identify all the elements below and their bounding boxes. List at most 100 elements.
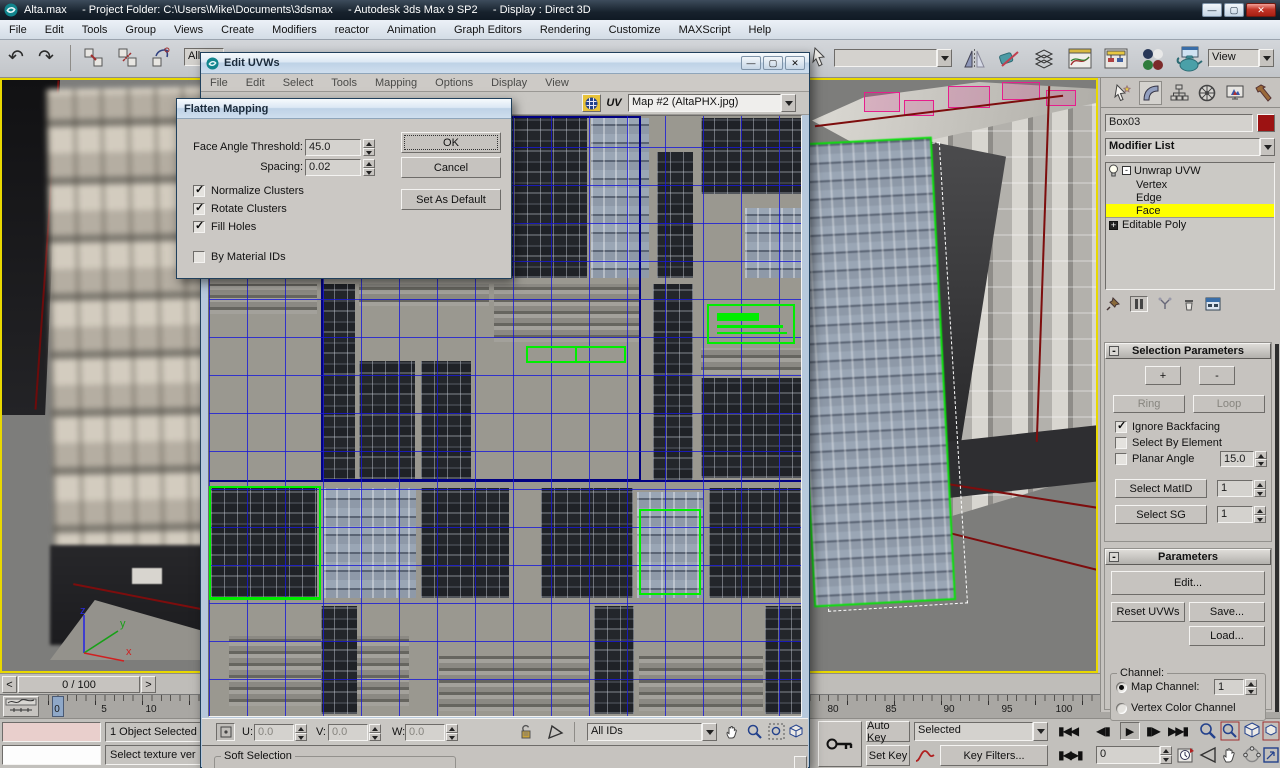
frame-spinner[interactable] bbox=[1160, 746, 1172, 764]
unlink-selection-icon[interactable] bbox=[116, 46, 140, 70]
uvw-menu-options[interactable]: Options bbox=[426, 75, 482, 91]
vertex-color-radio-row[interactable]: Vertex Color Channel bbox=[1116, 702, 1236, 714]
zoom-icon[interactable] bbox=[746, 723, 764, 741]
map-channel-field[interactable]: 1 bbox=[1214, 679, 1244, 695]
select-matid-button[interactable]: Select MatID bbox=[1115, 479, 1207, 498]
render-setup-icon[interactable] bbox=[1174, 44, 1204, 74]
normalize-clusters-checkbox[interactable]: Normalize Clusters bbox=[193, 185, 304, 197]
align-icon[interactable] bbox=[996, 46, 1022, 72]
selection-parameters-header[interactable]: - Selection Parameters bbox=[1105, 343, 1271, 359]
edit-uvws-button[interactable]: Edit... bbox=[1111, 571, 1265, 595]
menu-modifiers[interactable]: Modifiers bbox=[263, 22, 326, 38]
menu-animation[interactable]: Animation bbox=[378, 22, 445, 38]
uvw-menu-edit[interactable]: Edit bbox=[237, 75, 274, 91]
rollout-collapse-icon[interactable]: - bbox=[1109, 552, 1119, 562]
planar-angle-checkbox[interactable]: Planar Angle bbox=[1115, 453, 1194, 465]
uvw-close-button[interactable]: ✕ bbox=[785, 56, 805, 70]
maximize-viewport-toggle-icon[interactable] bbox=[1262, 745, 1280, 765]
shrink-selection-button[interactable]: - bbox=[1199, 366, 1235, 385]
map-selector-dropdown[interactable]: Map #2 (AltaPHX.jpg) bbox=[628, 94, 796, 112]
menu-views[interactable]: Views bbox=[165, 22, 212, 38]
zoom-extents-all-icon[interactable] bbox=[1262, 721, 1280, 741]
grow-selection-button[interactable]: + bbox=[1145, 366, 1181, 385]
map-channel-radio-row[interactable]: Map Channel: bbox=[1116, 681, 1200, 693]
tab-motion-icon[interactable] bbox=[1195, 81, 1218, 105]
remove-modifier-icon[interactable] bbox=[1182, 296, 1196, 312]
pin-stack-icon[interactable] bbox=[1105, 296, 1121, 312]
go-to-end-icon[interactable]: ▶▶▮ bbox=[1168, 724, 1187, 738]
current-frame-field[interactable]: 0 bbox=[1096, 746, 1160, 764]
menu-graph-editors[interactable]: Graph Editors bbox=[445, 22, 531, 38]
save-uvws-button[interactable]: Save... bbox=[1189, 602, 1265, 622]
radio-icon[interactable] bbox=[1116, 703, 1127, 714]
menu-file[interactable]: File bbox=[0, 22, 36, 38]
uvw-menu-file[interactable]: File bbox=[201, 75, 237, 91]
redo-icon[interactable]: ↷ bbox=[38, 46, 54, 69]
maxscript-mini-listener-white[interactable] bbox=[2, 745, 101, 765]
selected-uv-cluster[interactable] bbox=[639, 509, 701, 595]
tab-utilities-icon[interactable] bbox=[1251, 81, 1274, 105]
lightbulb-icon[interactable] bbox=[1108, 164, 1119, 177]
rollout-collapse-icon[interactable]: - bbox=[1109, 346, 1119, 356]
checkbox-icon[interactable] bbox=[193, 185, 205, 197]
set-as-default-button[interactable]: Set As Default bbox=[401, 189, 501, 210]
menu-customize[interactable]: Customize bbox=[600, 22, 670, 38]
close-button[interactable]: ✕ bbox=[1246, 3, 1276, 17]
menu-maxscript[interactable]: MAXScript bbox=[670, 22, 740, 38]
maxscript-mini-listener-pink[interactable] bbox=[2, 722, 101, 742]
mirror-icon[interactable] bbox=[962, 46, 988, 72]
tab-display-icon[interactable] bbox=[1223, 81, 1246, 105]
uvw-menu-select[interactable]: Select bbox=[274, 75, 323, 91]
lock-selection-icon[interactable] bbox=[518, 723, 534, 741]
checkbox-icon[interactable] bbox=[1115, 453, 1127, 465]
by-material-ids-checkbox[interactable]: By Material IDs bbox=[193, 251, 286, 263]
spacing-spinner[interactable] bbox=[363, 159, 375, 176]
key-mode-toggle-icon[interactable]: ▮◀▶▮ bbox=[1058, 748, 1082, 762]
uvw-titlebar[interactable]: Edit UVWs — ▢ ✕ bbox=[201, 53, 809, 74]
menu-create[interactable]: Create bbox=[212, 22, 263, 38]
bind-to-space-warp-icon[interactable] bbox=[150, 46, 174, 70]
collapse-box-icon[interactable]: - bbox=[1122, 166, 1131, 175]
schematic-view-icon[interactable] bbox=[1102, 45, 1130, 73]
material-id-filter-dropdown[interactable]: All IDs bbox=[587, 723, 717, 741]
face-angle-field[interactable]: 45.0 bbox=[305, 139, 361, 156]
key-filter-set-dropdown[interactable]: Selected bbox=[914, 722, 1048, 741]
uvw-menu-view[interactable]: View bbox=[536, 75, 578, 91]
dropdown-arrow-icon[interactable] bbox=[781, 94, 796, 112]
ignore-backfacing-checkbox[interactable]: Ignore Backfacing bbox=[1115, 421, 1220, 433]
modifier-list-dropdown[interactable]: Modifier List bbox=[1105, 138, 1275, 156]
command-panel-scrollbar[interactable] bbox=[1275, 344, 1279, 712]
tab-create-icon[interactable] bbox=[1111, 81, 1134, 105]
loop-button[interactable]: Loop bbox=[1193, 395, 1265, 413]
key-filters-button[interactable]: Key Filters... bbox=[940, 745, 1048, 766]
uvw-menu-display[interactable]: Display bbox=[482, 75, 536, 91]
stack-item-vertex[interactable]: Vertex bbox=[1106, 178, 1274, 191]
menu-help[interactable]: Help bbox=[740, 22, 781, 38]
map-channel-spinner[interactable] bbox=[1245, 679, 1257, 695]
arc-rotate-icon[interactable] bbox=[1242, 745, 1262, 765]
matid-spinner[interactable] bbox=[1254, 480, 1266, 497]
uvw-minimize-button[interactable]: — bbox=[741, 56, 761, 70]
named-selection-sets-dropdown[interactable] bbox=[834, 49, 952, 67]
zoom-extents-icon[interactable] bbox=[788, 723, 804, 741]
menu-group[interactable]: Group bbox=[116, 22, 165, 38]
zoom-region-icon[interactable] bbox=[768, 723, 786, 741]
parameters-header[interactable]: - Parameters bbox=[1105, 549, 1271, 565]
material-editor-icon[interactable] bbox=[1138, 45, 1166, 73]
undo-icon[interactable]: ↶ bbox=[8, 46, 24, 69]
time-slider-handle[interactable]: 0 / 100 bbox=[18, 676, 140, 693]
time-configuration-icon[interactable] bbox=[1176, 745, 1196, 765]
stack-item-edge[interactable]: Edge bbox=[1106, 191, 1274, 204]
selected-face-green-outline[interactable] bbox=[790, 137, 956, 608]
rotate-clusters-checkbox[interactable]: Rotate Clusters bbox=[193, 203, 287, 215]
stack-item-editable-poly[interactable]: + Editable Poly bbox=[1106, 217, 1274, 232]
zoom-all-icon[interactable] bbox=[1220, 721, 1240, 741]
w-spinner[interactable] bbox=[446, 724, 458, 741]
object-color-swatch[interactable] bbox=[1257, 114, 1275, 132]
menu-reactor[interactable]: reactor bbox=[326, 22, 378, 38]
select-and-link-icon[interactable] bbox=[82, 46, 106, 70]
dropdown-arrow-icon[interactable] bbox=[937, 49, 952, 67]
default-in-out-tangent-icon[interactable] bbox=[914, 746, 936, 766]
configure-modifier-sets-icon[interactable] bbox=[1205, 296, 1223, 312]
set-keys-button[interactable] bbox=[818, 721, 862, 767]
